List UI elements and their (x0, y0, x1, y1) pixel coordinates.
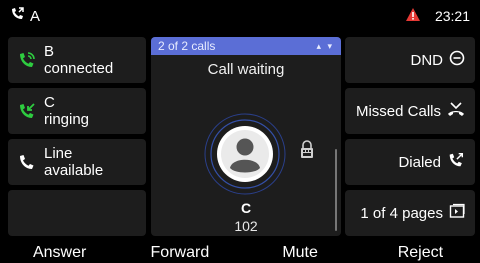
pages-label: 1 of 4 pages (360, 204, 443, 222)
phone-screen: A 23:21 B connected C ringing Line avail… (0, 0, 480, 263)
contact-name: C (240, 200, 252, 216)
call-counter-bar[interactable]: 2 of 2 calls ▴ ▾ (151, 37, 341, 55)
line-state: available (44, 162, 104, 179)
function-keys: DND Missed Calls Dialed 1 of 4 pages (345, 37, 475, 236)
mute-softkey[interactable]: Mute (239, 243, 360, 263)
account-label: A (30, 7, 41, 25)
forward-softkey[interactable]: Forward (119, 243, 239, 263)
line-keys: B connected C ringing Line available (8, 37, 146, 236)
missed-calls-button[interactable]: Missed Calls (345, 88, 475, 134)
dnd-label: DND (410, 51, 444, 69)
dialed-label: Dialed (398, 153, 441, 171)
answer-softkey[interactable]: Answer (0, 243, 119, 263)
phone-connected-icon (16, 50, 38, 70)
softkey-bar: Answer Forward Mute Reject (0, 243, 480, 263)
line-name: B (44, 43, 55, 60)
line-key-b[interactable]: B connected (8, 37, 146, 83)
phone-account-icon (10, 7, 26, 25)
phone-incoming-icon (16, 101, 38, 121)
dialed-button[interactable]: Dialed (345, 139, 475, 185)
dnd-icon (449, 50, 465, 70)
dialed-calls-icon (447, 151, 465, 173)
line-name: C (44, 94, 55, 111)
call-panel: 2 of 2 calls ▴ ▾ Call waiting C 102 (151, 37, 341, 236)
status-bar: A 23:21 (0, 0, 480, 32)
avatar (204, 113, 286, 195)
line-state: ringing (44, 111, 90, 128)
reject-softkey[interactable]: Reject (359, 243, 480, 263)
missed-calls-label: Missed Calls (355, 102, 441, 120)
call-counter: 2 of 2 calls (158, 39, 216, 53)
line-state: connected (44, 60, 114, 77)
call-status-title: Call waiting (207, 61, 285, 78)
warning-icon[interactable] (405, 7, 421, 25)
account-indicator: A (10, 7, 40, 25)
pages-icon (449, 203, 465, 223)
line-name: Line (44, 145, 73, 162)
dnd-button[interactable]: DND (345, 37, 475, 83)
line-key-empty[interactable] (8, 190, 146, 236)
contact-number: 102 (234, 218, 258, 234)
clock: 23:21 (434, 8, 470, 24)
encryption-icon (299, 140, 315, 165)
missed-calls-icon (447, 101, 465, 121)
chevron-up-down-icon[interactable]: ▴ ▾ (316, 41, 334, 52)
pages-button[interactable]: 1 of 4 pages (345, 190, 475, 236)
phone-icon (16, 152, 38, 172)
line-key-c[interactable]: C ringing (8, 88, 146, 134)
line-key-available[interactable]: Line available (8, 139, 146, 185)
